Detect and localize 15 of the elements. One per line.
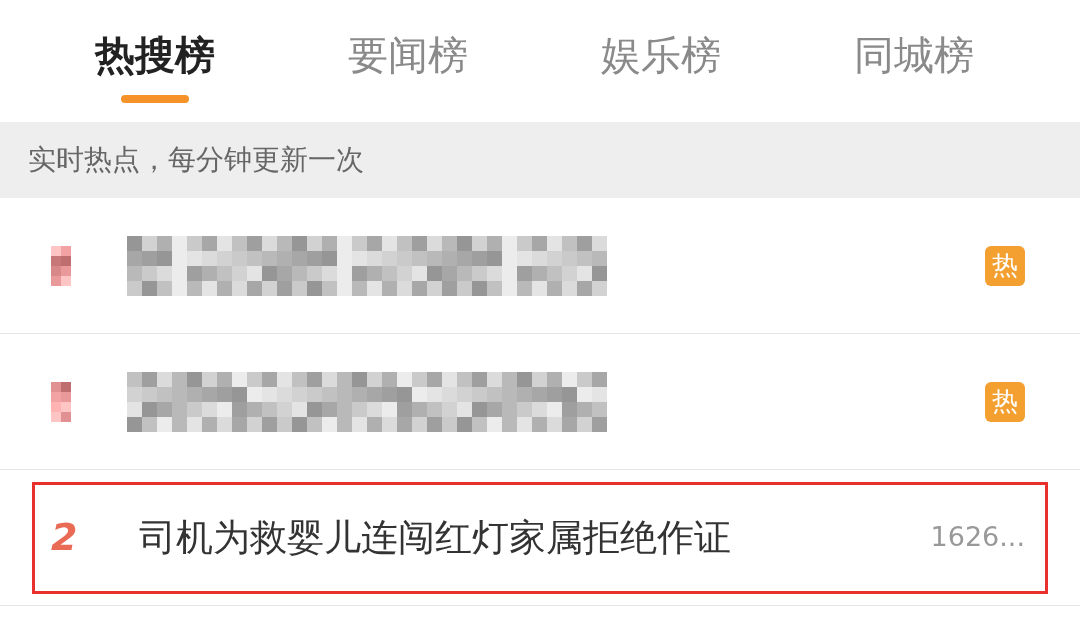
hot-badge: 热 bbox=[985, 381, 1025, 422]
hot-badge: 热 bbox=[985, 245, 1025, 286]
search-count: 1626... bbox=[930, 520, 1025, 555]
tab[interactable]: 热搜榜 bbox=[28, 0, 281, 122]
pixelated-rank bbox=[51, 245, 71, 286]
tab[interactable]: 娱乐榜 bbox=[534, 0, 787, 122]
tab[interactable]: 同城榜 bbox=[787, 0, 1040, 122]
pixelated-rank bbox=[51, 381, 71, 422]
rank-number: 2 bbox=[51, 514, 79, 561]
list-row[interactable]: 热 bbox=[32, 209, 1048, 322]
list-row[interactable]: 热 bbox=[32, 345, 1048, 458]
tab[interactable]: 要闻榜 bbox=[281, 0, 534, 122]
notice-bar: 实时热点，每分钟更新一次 bbox=[0, 122, 1080, 198]
highlight-frame[interactable]: 2 司机为救婴儿连闯红灯家属拒绝作证 1626... bbox=[32, 481, 1048, 594]
topic-title[interactable]: 司机为救婴儿连闯红灯家属拒绝作证 bbox=[139, 509, 731, 566]
